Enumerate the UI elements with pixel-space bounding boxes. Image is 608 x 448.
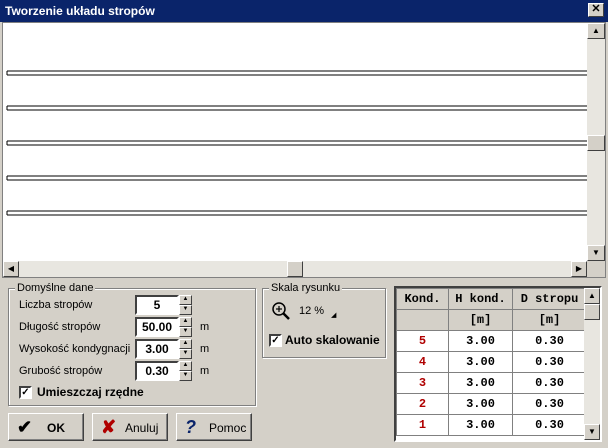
scroll-left-button[interactable]: ◀ (3, 261, 19, 277)
table-row[interactable]: 5 3.00 0.30 (396, 330, 587, 352)
floor-height-input[interactable]: 3.00 (135, 339, 179, 359)
floor-height-cell[interactable]: 3.00 (448, 393, 513, 415)
checkmark-icon: ✓ (271, 335, 280, 346)
close-button[interactable]: ✕ (588, 3, 604, 17)
defaults-group-label: Domyślne dane (15, 282, 96, 294)
floor-height-cell[interactable]: 3.00 (448, 414, 513, 436)
place-ordinates-label[interactable]: Umieszczaj rzędne (37, 385, 144, 399)
cancel-button-label: Anuluj (125, 421, 159, 435)
horizontal-scrollbar[interactable]: ◀ ▶ (3, 261, 587, 277)
spin-up-icon[interactable]: ▲ (179, 317, 192, 327)
unit-cell (396, 309, 449, 331)
storey-number[interactable]: 3 (396, 372, 449, 394)
slab-3 (6, 140, 587, 146)
scale-value[interactable]: 12 % (299, 305, 324, 317)
scroll-right-button[interactable]: ▶ (571, 261, 587, 277)
table-scroll-up-button[interactable]: ▲ (584, 288, 600, 304)
scroll-down-button[interactable]: ▼ (587, 245, 605, 261)
help-button-label: Pomoc (209, 421, 247, 435)
close-icon: ✕ (591, 3, 601, 15)
ok-button-label: OK (47, 421, 65, 435)
help-button[interactable]: ? Pomoc (176, 413, 252, 441)
spin-up-icon[interactable]: ▲ (179, 339, 192, 349)
unit-cell: [m] (512, 309, 587, 331)
title-bar: Tworzenie układu stropów ✕ (0, 0, 608, 22)
slab-count-input[interactable]: 5 (135, 295, 179, 315)
scale-dropdown-icon[interactable]: ◢ (331, 311, 336, 319)
scale-group-label: Skala rysunku (269, 282, 343, 294)
storey-number[interactable]: 4 (396, 351, 449, 373)
slab-1 (6, 70, 587, 76)
zoom-icon[interactable] (271, 301, 293, 321)
spin-down-icon[interactable]: ▼ (179, 327, 192, 337)
scroll-up-button[interactable]: ▲ (587, 23, 605, 39)
slab-drawing (6, 70, 587, 216)
slab-length-unit: m (200, 321, 210, 333)
table-vertical-scrollbar[interactable]: ▲ ▼ (584, 288, 600, 440)
spin-down-icon[interactable]: ▼ (179, 349, 192, 359)
place-ordinates-checkbox[interactable]: ✓ (19, 386, 32, 399)
cancel-x-icon: ✘ (101, 417, 117, 437)
horizontal-scroll-thumb[interactable] (287, 261, 303, 277)
column-header-storey[interactable]: Kond. (396, 288, 449, 310)
table-scroll-thumb[interactable] (584, 304, 600, 320)
table-scroll-down-button[interactable]: ▼ (584, 424, 600, 440)
floor-height-unit: m (200, 343, 210, 355)
spin-down-icon[interactable]: ▼ (179, 305, 192, 315)
floor-height-cell[interactable]: 3.00 (448, 372, 513, 394)
spin-up-icon[interactable]: ▲ (179, 295, 192, 305)
table-row[interactable]: 1 3.00 0.30 (396, 414, 587, 436)
ok-button[interactable]: ✔ OK (8, 413, 84, 441)
slab-thickness-unit: m (200, 365, 210, 377)
drawing-area: ▲ ▼ ◀ ▶ (2, 22, 606, 278)
table-units-row: [m] [m] (396, 309, 587, 331)
table-row[interactable]: 4 3.00 0.30 (396, 351, 587, 373)
scroll-corner (587, 261, 605, 277)
auto-scale-checkbox[interactable]: ✓ (269, 334, 282, 347)
checkmark-icon: ✔ (17, 417, 33, 437)
column-header-slab-thickness[interactable]: D stropu (512, 288, 587, 310)
vertical-scroll-thumb[interactable] (587, 135, 605, 151)
scale-group: Skala rysunku 12 % ◢ ✓ Auto skalowanie (262, 282, 386, 358)
auto-scale-label[interactable]: Auto skalowanie (285, 333, 380, 347)
cancel-button[interactable]: ✘ Anuluj (92, 413, 168, 441)
storey-number[interactable]: 5 (396, 330, 449, 352)
spin-up-icon[interactable]: ▲ (179, 361, 192, 371)
slab-thickness-cell[interactable]: 0.30 (512, 351, 587, 373)
table-row[interactable]: 2 3.00 0.30 (396, 393, 587, 415)
checkmark-icon: ✓ (21, 387, 30, 398)
slab-thickness-cell[interactable]: 0.30 (512, 414, 587, 436)
table-header-row: Kond. H kond. D stropu (396, 288, 587, 310)
slab-5 (6, 210, 587, 216)
slab-thickness-cell[interactable]: 0.30 (512, 330, 587, 352)
floor-height-label: Wysokość kondygnacji (19, 343, 131, 355)
drawing-canvas[interactable] (3, 23, 587, 261)
spin-down-icon[interactable]: ▼ (179, 371, 192, 381)
storey-table[interactable]: Kond. H kond. D stropu [m] [m] 5 3.00 0.… (394, 286, 602, 442)
slab-thickness-input[interactable]: 0.30 (135, 361, 179, 381)
slab-thickness-label: Grubość stropów (19, 365, 103, 377)
help-question-icon: ? (185, 417, 196, 437)
slab-count-label: Liczba stropów (19, 299, 93, 311)
slab-count-arrows[interactable]: ▲ ▼ (179, 295, 192, 315)
slab-2 (6, 105, 587, 111)
unit-cell: [m] (448, 309, 513, 331)
storey-number[interactable]: 1 (396, 414, 449, 436)
slab-length-arrows[interactable]: ▲ ▼ (179, 317, 192, 337)
column-header-floor-height[interactable]: H kond. (448, 288, 513, 310)
slab-length-label: Długość stropów (19, 321, 101, 333)
floor-height-arrows[interactable]: ▲ ▼ (179, 339, 192, 359)
storey-number[interactable]: 2 (396, 393, 449, 415)
table-row[interactable]: 3 3.00 0.30 (396, 372, 587, 394)
floor-height-cell[interactable]: 3.00 (448, 330, 513, 352)
defaults-group: Domyślne dane Liczba stropów 5 ▲ ▼ Długoś… (8, 282, 256, 406)
slab-thickness-arrows[interactable]: ▲ ▼ (179, 361, 192, 381)
window-title: Tworzenie układu stropów (5, 4, 155, 18)
vertical-scrollbar[interactable]: ▲ ▼ (587, 23, 605, 261)
slab-length-input[interactable]: 50.00 (135, 317, 179, 337)
slab-thickness-cell[interactable]: 0.30 (512, 393, 587, 415)
slab-thickness-cell[interactable]: 0.30 (512, 372, 587, 394)
floor-height-cell[interactable]: 3.00 (448, 351, 513, 373)
slab-4 (6, 175, 587, 181)
